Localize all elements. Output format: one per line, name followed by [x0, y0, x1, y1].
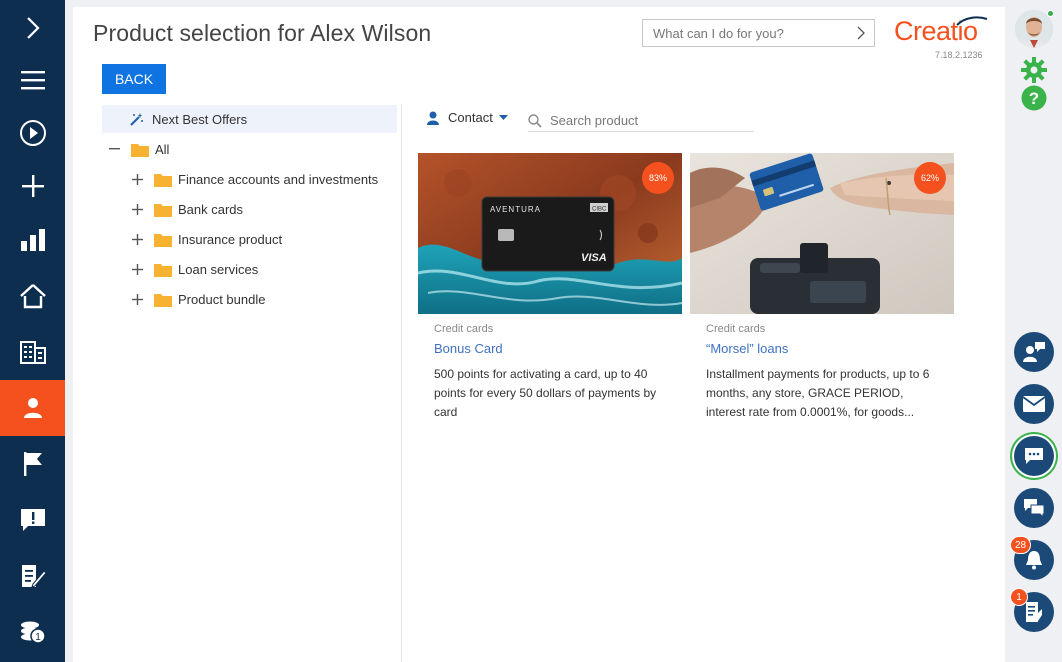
- svg-text:?: ?: [1029, 89, 1039, 108]
- card-category: Credit cards: [706, 323, 766, 335]
- panel-divider: [401, 104, 402, 662]
- tree-item-next-best-offers[interactable]: Next Best Offers: [102, 105, 397, 133]
- leads-icon[interactable]: [0, 436, 65, 492]
- tree-item-product-bundle[interactable]: Product bundle: [130, 285, 265, 313]
- person-icon: [427, 111, 439, 125]
- tree-item-all[interactable]: All: [107, 135, 169, 163]
- message-icon: [1024, 447, 1044, 465]
- main-panel: Product selection for Alex Wilson Creati…: [73, 7, 1005, 662]
- product-card[interactable]: AVENTURA CIBC VISA 83% Credit cards Bonu…: [418, 153, 682, 422]
- card-title-link[interactable]: “Morsel” loans: [690, 341, 954, 356]
- tree-label: Insurance product: [178, 231, 283, 247]
- folder-icon: [154, 263, 172, 277]
- feed-button[interactable]: [1014, 436, 1054, 476]
- expand-plus-icon[interactable]: [130, 203, 144, 215]
- accounts-icon[interactable]: [0, 324, 65, 380]
- menu-icon[interactable]: [0, 52, 65, 108]
- product-image[interactable]: AVENTURA CIBC VISA 83%: [418, 153, 682, 314]
- product-image[interactable]: 62%: [690, 153, 954, 314]
- right-sidebar: ? 28 1: [1005, 0, 1062, 662]
- card-description: 500 points for activating a card, up to …: [434, 367, 657, 419]
- online-status-icon: [1047, 10, 1054, 17]
- folder-icon: [154, 173, 172, 187]
- contact-filter-label: Contact: [448, 110, 493, 125]
- product-search[interactable]: [528, 110, 754, 132]
- search-icon: [528, 113, 542, 128]
- tree-label: Next Best Offers: [152, 111, 248, 127]
- svg-text:1: 1: [35, 632, 41, 643]
- tree-label: Loan services: [178, 261, 259, 277]
- card-title-link[interactable]: Bonus Card: [418, 341, 682, 356]
- product-card[interactable]: 62% Credit cards “Morsel” loans Installm…: [690, 153, 954, 422]
- folder-icon: [154, 203, 172, 217]
- expand-plus-icon[interactable]: [130, 173, 144, 185]
- folder-icon: [154, 293, 172, 307]
- left-navigation: 1: [0, 0, 65, 662]
- card-bank-text: CIBC: [592, 207, 607, 213]
- card-network-text: VISA: [581, 252, 607, 264]
- back-button[interactable]: BACK: [102, 64, 166, 94]
- match-badge: 62%: [914, 162, 946, 194]
- expand-plus-icon[interactable]: [130, 293, 144, 305]
- tasks-count-badge: 1: [1010, 588, 1028, 606]
- chevron-right-icon[interactable]: [857, 26, 865, 45]
- command-input[interactable]: [643, 20, 843, 46]
- products-icon[interactable]: 1: [0, 604, 65, 660]
- folder-icon: [154, 233, 172, 247]
- tree-label: Bank cards: [178, 201, 244, 217]
- documents-icon[interactable]: [0, 548, 65, 604]
- email-button[interactable]: [1014, 384, 1054, 424]
- chat-button[interactable]: [1014, 488, 1054, 528]
- play-icon[interactable]: [0, 105, 65, 161]
- bell-icon: [1025, 550, 1043, 570]
- command-line[interactable]: [642, 19, 875, 47]
- expand-plus-icon[interactable]: [130, 263, 144, 275]
- cases-icon[interactable]: [0, 492, 65, 548]
- contacts-icon[interactable]: [0, 380, 65, 436]
- expand-icon[interactable]: [0, 0, 65, 56]
- caret-down-icon: [498, 115, 508, 120]
- tree-label: All: [155, 141, 170, 157]
- tree-label: Product bundle: [178, 291, 266, 307]
- folder-icon: [131, 143, 149, 157]
- tree-item-finance[interactable]: Finance accounts and investments: [130, 165, 378, 193]
- home-icon[interactable]: [0, 268, 65, 324]
- page-title: Product selection for Alex Wilson: [93, 20, 432, 46]
- search-input[interactable]: [550, 113, 750, 128]
- card-description: Installment payments for products, up to…: [706, 367, 930, 419]
- tree-item-insurance[interactable]: Insurance product: [130, 225, 282, 253]
- expand-plus-icon[interactable]: [130, 233, 144, 245]
- gear-icon[interactable]: [1021, 57, 1047, 88]
- analytics-icon[interactable]: [0, 212, 65, 268]
- chat-bubbles-icon: [1023, 498, 1045, 518]
- collapse-icon[interactable]: [107, 148, 121, 150]
- match-badge: 83%: [642, 162, 674, 194]
- notifications-count-badge: 28: [1010, 536, 1032, 554]
- magic-wand-icon: [129, 112, 144, 127]
- help-icon[interactable]: ?: [1021, 85, 1047, 116]
- tree-item-bank-cards[interactable]: Bank cards: [130, 195, 243, 223]
- contact-filter[interactable]: Contact: [427, 110, 508, 125]
- add-icon[interactable]: [0, 158, 65, 214]
- envelope-icon: [1023, 396, 1045, 412]
- tree-label: Finance accounts and investments: [178, 171, 379, 187]
- task-list-icon: [1025, 601, 1043, 623]
- logo-swoosh-icon: [956, 16, 988, 26]
- person-chat-icon: [1022, 341, 1046, 363]
- card-brand-text: AVENTURA: [490, 205, 541, 214]
- version-label: 7.18.2.1236: [935, 50, 983, 60]
- tree-item-loan-services[interactable]: Loan services: [130, 255, 258, 283]
- card-category: Credit cards: [434, 323, 494, 335]
- contact-chat-button[interactable]: [1014, 332, 1054, 372]
